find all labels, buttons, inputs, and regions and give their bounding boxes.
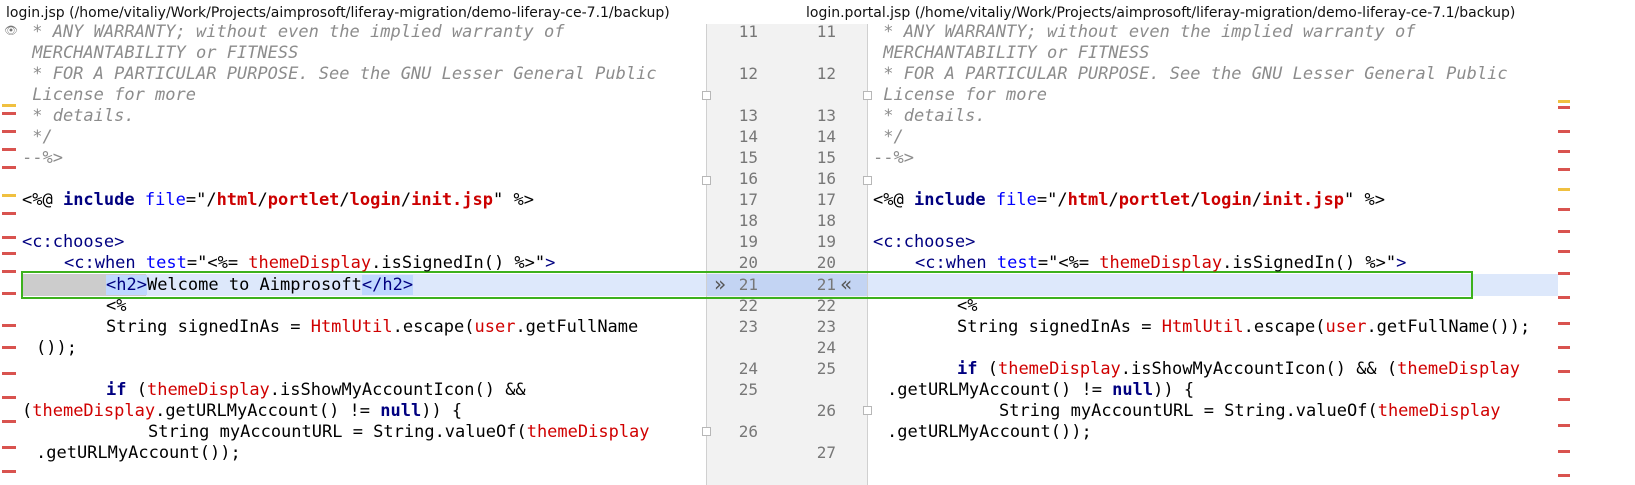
code-line: ()); — [36, 338, 77, 358]
code-line: String myAccountURL = String.valueOf(the… — [999, 401, 1501, 421]
code-line: License for more — [873, 85, 1047, 105]
line-number: 23 — [738, 317, 758, 336]
line-number: 26 — [816, 401, 836, 420]
code-line: * details. — [873, 106, 986, 126]
line-number: 25 — [738, 380, 758, 399]
fold-marker-icon[interactable] — [863, 406, 872, 415]
code-line: <c:choose> — [873, 232, 976, 252]
code-line: .getURLMyAccount() != null)) { — [887, 380, 1195, 400]
merge-left-icon[interactable]: « — [840, 273, 852, 295]
code-line: MERCHANTABILITY or FITNESS — [873, 43, 1150, 63]
line-number: 12 — [816, 64, 836, 83]
line-number: 20 — [738, 253, 758, 272]
code-line: (themeDisplay.getURLMyAccount() != null)… — [22, 401, 463, 421]
code-line: <c:choose> — [22, 232, 125, 252]
code-line: * details. — [22, 106, 135, 126]
code-line: --%> — [22, 148, 63, 168]
line-number: 11 — [738, 22, 758, 41]
line-number: 14 — [816, 127, 836, 146]
line-number: 12 — [738, 64, 758, 83]
line-number: 19 — [738, 232, 758, 251]
code-line: <%@ include file="/html/portlet/login/in… — [22, 190, 534, 210]
line-number: 13 — [816, 106, 836, 125]
line-number: 16 — [738, 169, 758, 188]
code-line: */ — [22, 127, 53, 147]
line-number: 18 — [738, 211, 758, 230]
eye-icon[interactable]: 👁 — [4, 24, 18, 37]
line-number: 27 — [816, 443, 836, 462]
line-number: 17 — [816, 190, 836, 209]
code-line: * FOR A PARTICULAR PURPOSE. See the GNU … — [873, 64, 1508, 84]
line-number: 16 — [816, 169, 836, 188]
code-line: .getURLMyAccount()); — [36, 443, 241, 463]
code-line: * ANY WARRANTY; without even the implied… — [873, 22, 1416, 42]
line-number: 24 — [816, 338, 836, 357]
line-number: 15 — [816, 148, 836, 167]
line-number: 26 — [738, 422, 758, 441]
line-number: 22 — [738, 296, 758, 315]
code-line: <%@ include file="/html/portlet/login/in… — [873, 190, 1385, 210]
code-line: * ANY WARRANTY; without even the implied… — [22, 22, 565, 42]
line-number: 17 — [738, 190, 758, 209]
line-number: 21 — [816, 275, 836, 294]
fold-marker-icon[interactable] — [702, 176, 711, 185]
line-number: 20 — [816, 253, 836, 272]
fold-marker-icon[interactable] — [702, 91, 711, 100]
line-number: 22 — [816, 296, 836, 315]
code-line: <c:when test="<%= themeDisplay.isSignedI… — [915, 253, 1407, 273]
code-line: * FOR A PARTICULAR PURPOSE. See the GNU … — [22, 64, 657, 84]
code-line: <% — [957, 296, 978, 316]
line-number: 13 — [738, 106, 758, 125]
fold-marker-icon[interactable] — [702, 427, 711, 436]
merge-right-icon[interactable]: » — [714, 273, 726, 295]
code-line: <% — [106, 296, 127, 316]
line-number: 23 — [816, 317, 836, 336]
line-number: 19 — [816, 232, 836, 251]
code-line: .getURLMyAccount()); — [887, 422, 1092, 442]
line-number: 24 — [738, 359, 758, 378]
line-number: 14 — [738, 127, 758, 146]
code-line: --%> — [873, 148, 914, 168]
code-line: if (themeDisplay.isShowMyAccountIcon() &… — [106, 380, 526, 400]
code-line: if (themeDisplay.isShowMyAccountIcon() &… — [957, 359, 1520, 379]
fold-marker-icon[interactable] — [863, 176, 872, 185]
code-line: <h2>Welcome to Aimprosoft</h2> — [106, 275, 414, 295]
line-number: 25 — [816, 359, 836, 378]
code-line: String myAccountURL = String.valueOf(the… — [148, 422, 650, 442]
line-number: 18 — [816, 211, 836, 230]
code-line: String signedInAs = HtmlUtil.escape(user… — [957, 317, 1531, 337]
code-line: License for more — [22, 85, 196, 105]
line-number: 15 — [738, 148, 758, 167]
line-number: 11 — [816, 22, 836, 41]
code-line: <c:when test="<%= themeDisplay.isSignedI… — [64, 253, 556, 273]
code-line: String signedInAs = HtmlUtil.escape(user… — [106, 317, 639, 337]
code-line: */ — [873, 127, 904, 147]
fold-marker-icon[interactable] — [863, 91, 872, 100]
code-line: MERCHANTABILITY or FITNESS — [22, 43, 299, 63]
